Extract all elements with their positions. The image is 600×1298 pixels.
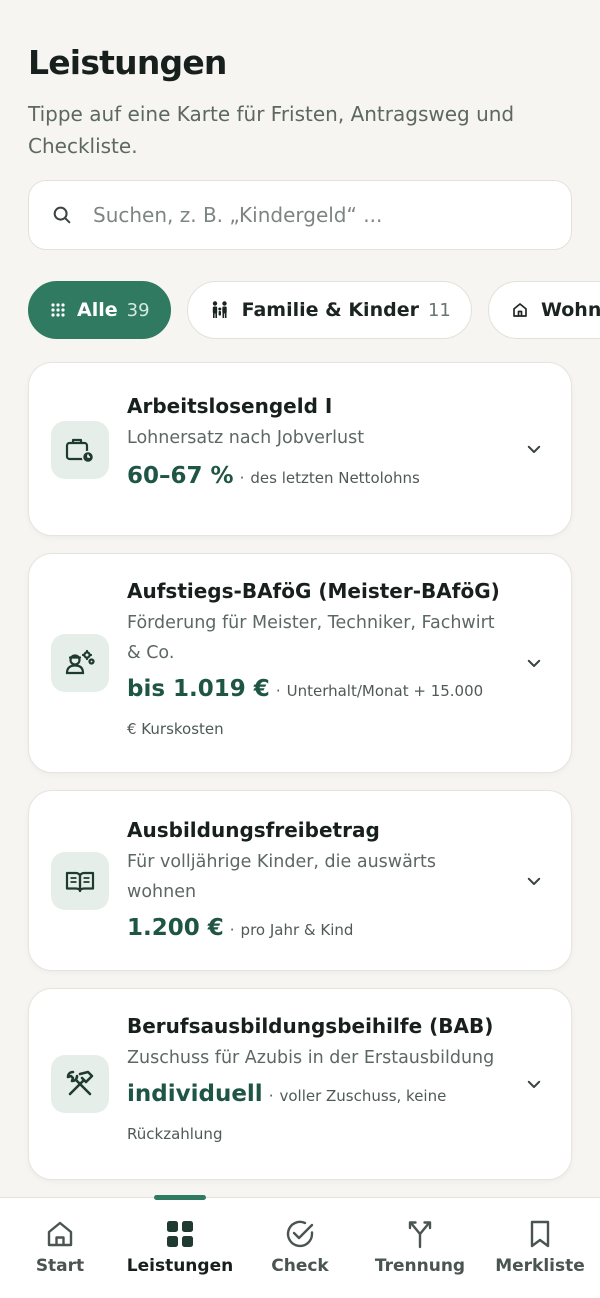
- card-description: Förderung für Meister, Techniker, Fachwi…: [127, 613, 495, 663]
- card-title: Ausbildungsfreibetrag: [127, 818, 380, 842]
- home-icon: [511, 301, 529, 319]
- open-book-icon: [65, 871, 95, 893]
- separator-dot: ·: [275, 682, 281, 700]
- nav-label: Trennung: [374, 1256, 466, 1276]
- family-icon: [210, 300, 230, 320]
- bottom-navigation: Start Leistungen Check Trennung Merklist…: [0, 1195, 600, 1298]
- chevron-down-icon[interactable]: [525, 1075, 543, 1093]
- filter-chip-alle[interactable]: Alle 39: [28, 281, 171, 339]
- benefit-card-ausbildungsfreibetrag[interactable]: Ausbildungsfreibetrag Für volljährige Ki…: [28, 790, 572, 971]
- separator-dot: ·: [239, 469, 245, 487]
- search-bar[interactable]: [28, 180, 572, 250]
- nav-item-trennung[interactable]: Trennung: [360, 1198, 480, 1298]
- filter-chips: Alle 39 Familie & Kinder 11 Wohnen 2: [28, 281, 600, 341]
- filter-chip-label: Wohnen: [540, 299, 600, 321]
- filter-chip-count: 11: [427, 299, 451, 321]
- card-icon-box: [51, 421, 109, 479]
- filter-chip-label: Alle: [77, 299, 118, 321]
- nav-item-check[interactable]: Check: [240, 1198, 360, 1298]
- nav-label: Start: [35, 1256, 85, 1276]
- grid-dots-icon: [51, 303, 65, 317]
- filter-chip-label: Familie & Kinder: [241, 299, 419, 321]
- card-amount-line: bis 1.019 € · Unterhalt/Monat + 15.000 € K…: [127, 670, 487, 748]
- nav-label: Merkliste: [495, 1256, 585, 1276]
- split-arrows-icon: [408, 1221, 432, 1249]
- filter-chip-familie-kinder[interactable]: Familie & Kinder 11: [186, 281, 472, 339]
- filter-chip-count: 39: [126, 299, 150, 321]
- card-title: Aufstiegs-BAföG (Meister-BAföG): [127, 579, 500, 603]
- nav-item-start[interactable]: Start: [0, 1198, 120, 1298]
- page-header: Leistungen Tippe auf eine Karte für Fris…: [28, 42, 572, 162]
- separator-dot: ·: [268, 1087, 274, 1105]
- nav-item-merkliste[interactable]: Merkliste: [480, 1198, 600, 1298]
- nav-label: Leistungen: [126, 1256, 234, 1276]
- bookmark-icon: [530, 1220, 550, 1248]
- card-description: Für volljährige Kinder, die auswärts woh…: [127, 852, 436, 902]
- page-subtitle: Tippe auf eine Karte für Fristen, Antrag…: [28, 102, 515, 158]
- page-title: Leistungen: [28, 43, 227, 82]
- benefit-card-bab[interactable]: Berufsausbildungsbeihilfe (BAB) Zuschuss…: [28, 988, 572, 1180]
- card-amount-line: 60–67 % · des letzten Nettolohns: [127, 457, 507, 497]
- search-icon: [53, 206, 71, 224]
- chevron-down-icon[interactable]: [525, 872, 543, 890]
- hammer-wrench-icon: [66, 1070, 94, 1096]
- briefcase-clock-icon: [65, 438, 95, 464]
- nav-item-leistungen[interactable]: Leistungen: [120, 1195, 240, 1298]
- search-input[interactable]: [93, 203, 533, 227]
- chevron-down-icon[interactable]: [525, 654, 543, 672]
- card-icon-box: [51, 634, 109, 692]
- card-amount: bis 1.019 €: [127, 676, 270, 702]
- card-title: Berufsausbildungsbeihilfe (BAB): [127, 1014, 494, 1038]
- benefit-card-aufstiegs-bafoeg[interactable]: Aufstiegs-BAföG (Meister-BAföG) Förderun…: [28, 553, 572, 773]
- card-icon-box: [51, 852, 109, 910]
- filter-chip-wohnen[interactable]: Wohnen 2: [487, 281, 600, 339]
- card-amount-line: individuell · voller Zuschuss, keine Rückz…: [127, 1075, 457, 1153]
- card-note: des letzten Nettolohns: [250, 469, 420, 487]
- home-icon: [47, 1221, 73, 1247]
- nav-label: Check: [271, 1256, 329, 1276]
- card-title: Arbeitslosengeld I: [127, 394, 333, 418]
- card-amount: 1.200 €: [127, 915, 224, 941]
- card-description: Lohnersatz nach Jobverlust: [127, 428, 365, 448]
- card-icon-box: [51, 1055, 109, 1113]
- card-amount: individuell: [127, 1081, 263, 1107]
- benefit-card-arbeitslosengeld[interactable]: Arbeitslosengeld I Lohnersatz nach Jobve…: [28, 362, 572, 536]
- active-tab-indicator: [154, 1195, 206, 1200]
- card-amount: 60–67 %: [127, 463, 234, 489]
- card-amount-line: 1.200 € · pro Jahr & Kind: [127, 909, 507, 949]
- card-description: Zuschuss für Azubis in der Erstausbildun…: [127, 1048, 495, 1068]
- card-note: pro Jahr & Kind: [240, 921, 354, 939]
- worker-gears-icon: [65, 649, 95, 675]
- grid-icon: [167, 1221, 193, 1247]
- separator-dot: ·: [229, 921, 235, 939]
- check-circle-icon: [286, 1220, 314, 1248]
- chevron-down-icon[interactable]: [525, 440, 543, 458]
